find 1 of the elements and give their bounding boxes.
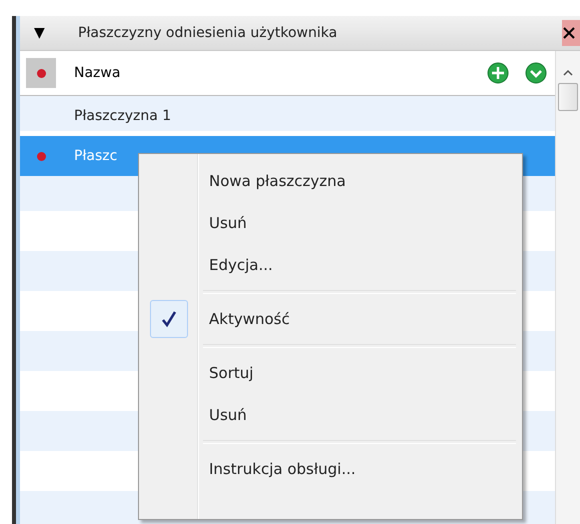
panel-title: Płaszczyzny odniesienia użytkownika <box>78 25 338 41</box>
